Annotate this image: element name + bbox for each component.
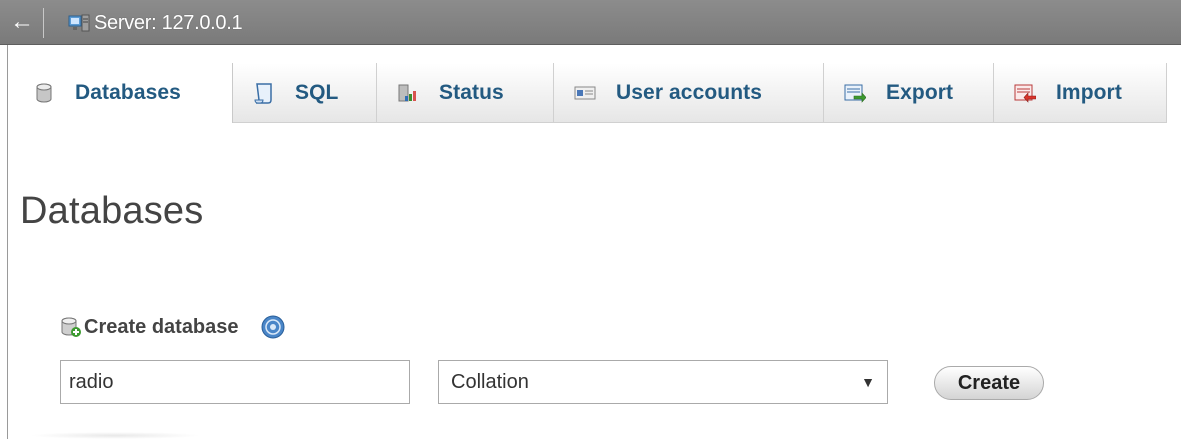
collation-selected-value: Collation — [451, 370, 529, 393]
collation-select[interactable]: Collation ▼ — [438, 360, 888, 404]
page-title: Databases — [20, 190, 204, 232]
back-arrow-button[interactable]: ← — [0, 8, 44, 38]
server-breadcrumb[interactable]: Server: 127.0.0.1 — [68, 9, 243, 37]
main-tabs: Databases SQL Status User accounts Expor… — [9, 63, 1181, 123]
tab-label: Status — [439, 80, 504, 104]
tab-label: Databases — [75, 81, 181, 104]
tab-label: SQL — [295, 80, 339, 104]
bottom-fade-decoration — [30, 432, 200, 439]
database-icon — [36, 83, 52, 103]
tab-label: Import — [1056, 80, 1122, 104]
tab-status[interactable]: Status — [377, 63, 554, 123]
tab-sql[interactable]: SQL — [233, 63, 377, 123]
server-topbar: ← Server: 127.0.0.1 — [0, 0, 1181, 45]
tab-label: User accounts — [616, 80, 763, 104]
status-chart-icon — [398, 84, 416, 101]
tab-export[interactable]: Export — [824, 63, 994, 123]
sql-icon — [254, 82, 272, 104]
tab-import[interactable]: Import — [994, 63, 1167, 123]
left-frame-border — [0, 0, 8, 439]
database-add-icon — [61, 317, 81, 337]
create-database-heading: Create database — [60, 315, 285, 339]
tab-databases[interactable]: Databases — [9, 63, 233, 123]
tab-user-accounts[interactable]: User accounts — [554, 63, 824, 123]
server-label: Server: 127.0.0.1 — [94, 11, 243, 34]
create-button[interactable]: Create — [934, 366, 1044, 400]
database-name-input[interactable] — [60, 360, 410, 404]
create-database-label: Create database — [84, 315, 239, 338]
server-icon — [68, 14, 90, 32]
tab-label: Export — [886, 80, 954, 104]
export-icon — [844, 84, 866, 103]
help-icon[interactable] — [261, 315, 285, 339]
user-accounts-icon — [574, 86, 596, 99]
chevron-down-icon: ▼ — [861, 374, 875, 390]
import-icon — [1014, 84, 1036, 103]
